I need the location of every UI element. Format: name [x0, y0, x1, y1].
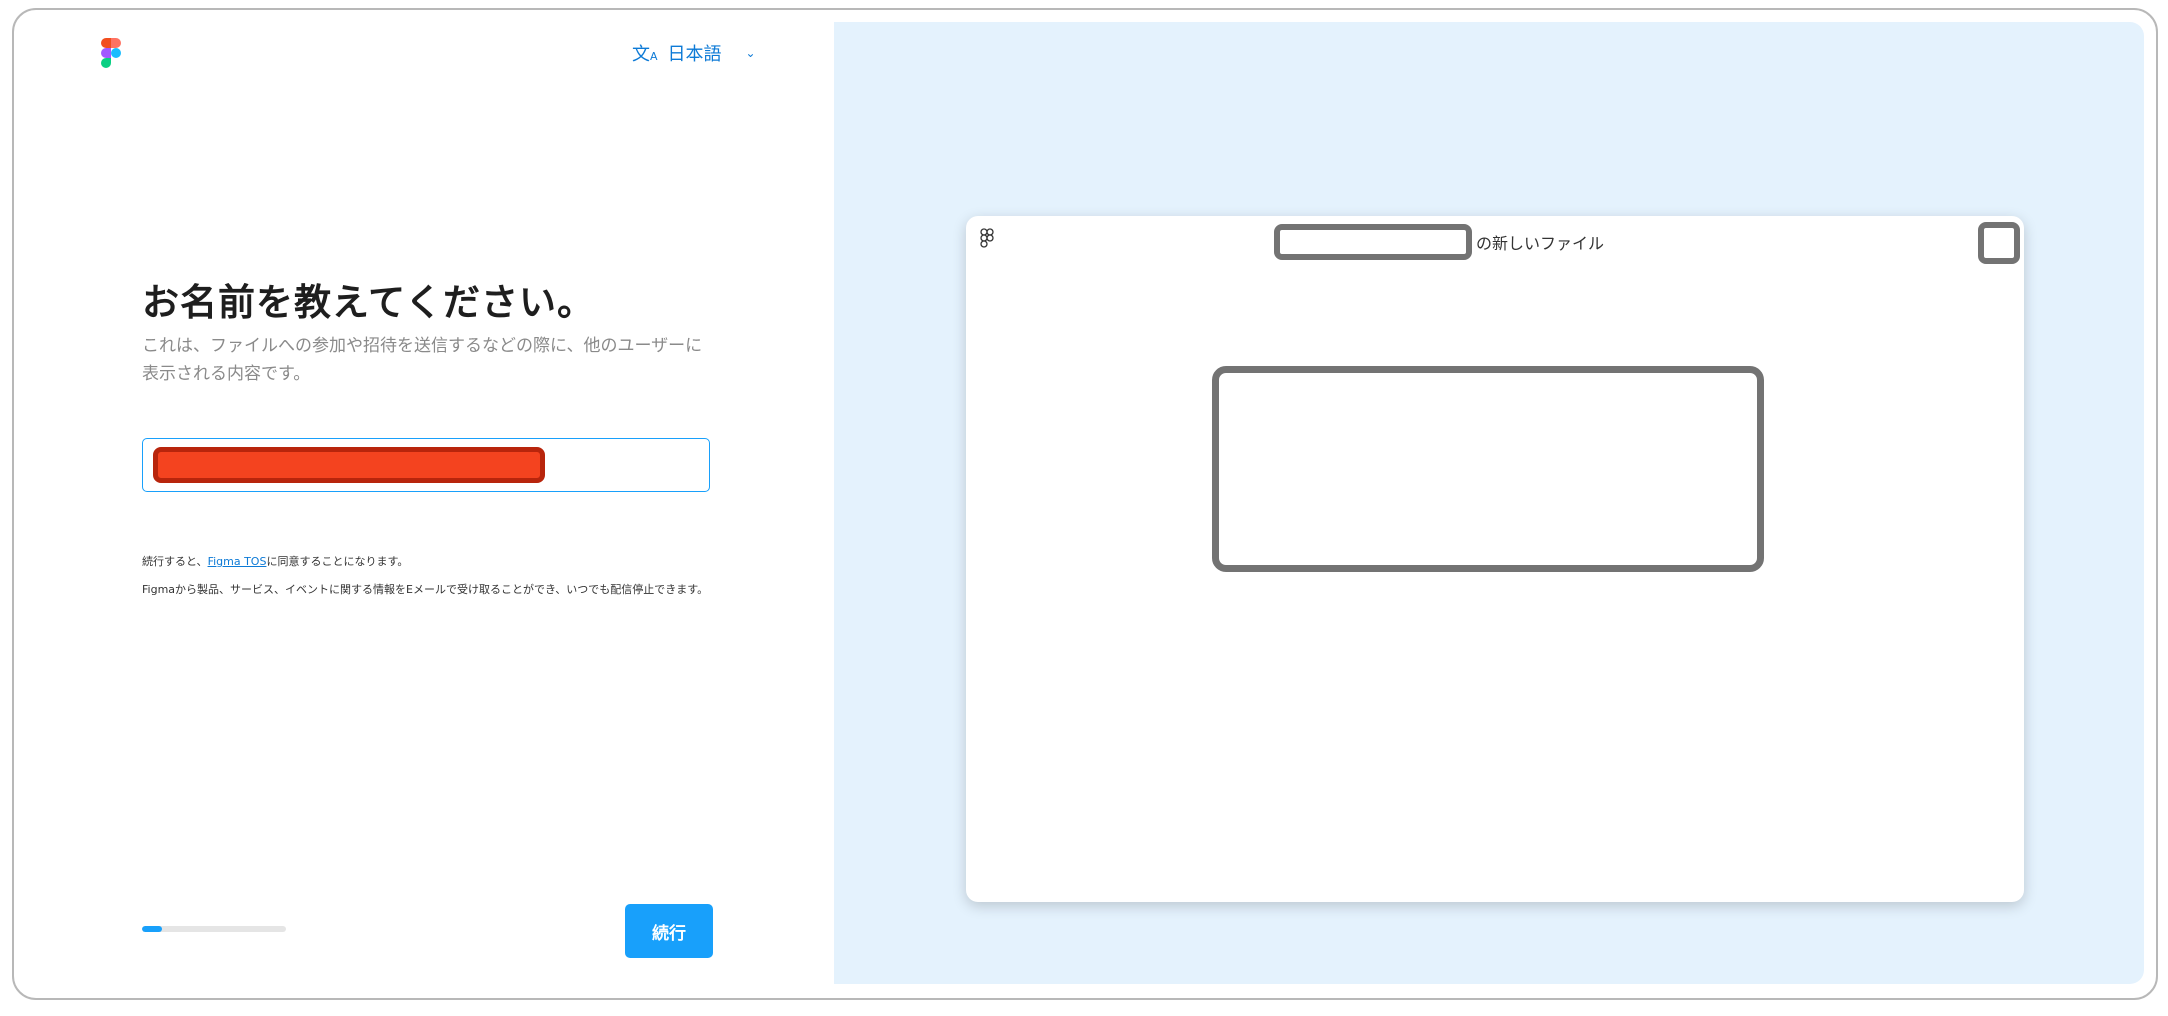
- onboarding-pane: 文A 日本語 ⌄ お名前を教えてください。 これは、ファイルへの参加や招待を送信…: [14, 10, 834, 998]
- redacted-username: [1274, 224, 1472, 260]
- file-title-suffix: の新しいファイル: [1476, 234, 1605, 253]
- redacted-canvas-content: [1212, 366, 1764, 572]
- preview-pane: の新しいファイル: [834, 22, 2144, 984]
- language-selector[interactable]: 文A 日本語 ⌄: [632, 40, 756, 66]
- tos-line: 続行すると、Figma TOSに同意することになります。: [142, 555, 409, 568]
- name-field[interactable]: [142, 438, 710, 492]
- preview-file-title: の新しいファイル: [1274, 224, 1604, 260]
- onboarding-progress-bar: [142, 926, 286, 932]
- email-consent-line: Figmaから製品、サービス、イベントに関する情報をEメールで受け取ることができ…: [142, 583, 709, 596]
- page-title: お名前を教えてください。: [142, 281, 596, 324]
- figma-logo-icon: [101, 38, 121, 68]
- language-label: 日本語: [667, 44, 722, 65]
- figma-outline-logo-icon: [980, 228, 994, 248]
- progress-fill: [142, 926, 163, 932]
- figma-tos-link[interactable]: Figma TOS: [208, 555, 267, 568]
- name-input[interactable]: [143, 439, 709, 491]
- file-preview-card: の新しいファイル: [966, 216, 2024, 902]
- app-window: 文A 日本語 ⌄ お名前を教えてください。 これは、ファイルへの参加や招待を送信…: [12, 8, 2158, 1000]
- page-subtitle: これは、ファイルへの参加や招待を送信するなどの際に、他のユーザーに表示される内容…: [142, 336, 703, 384]
- translate-icon: 文A: [632, 44, 658, 65]
- legal-notice: 続行すると、Figma TOSに同意することになります。 Figmaから製品、サ…: [142, 548, 708, 604]
- continue-button[interactable]: 続行: [625, 904, 713, 958]
- redacted-avatar: [1978, 222, 2020, 264]
- chevron-down-icon: ⌄: [745, 46, 756, 60]
